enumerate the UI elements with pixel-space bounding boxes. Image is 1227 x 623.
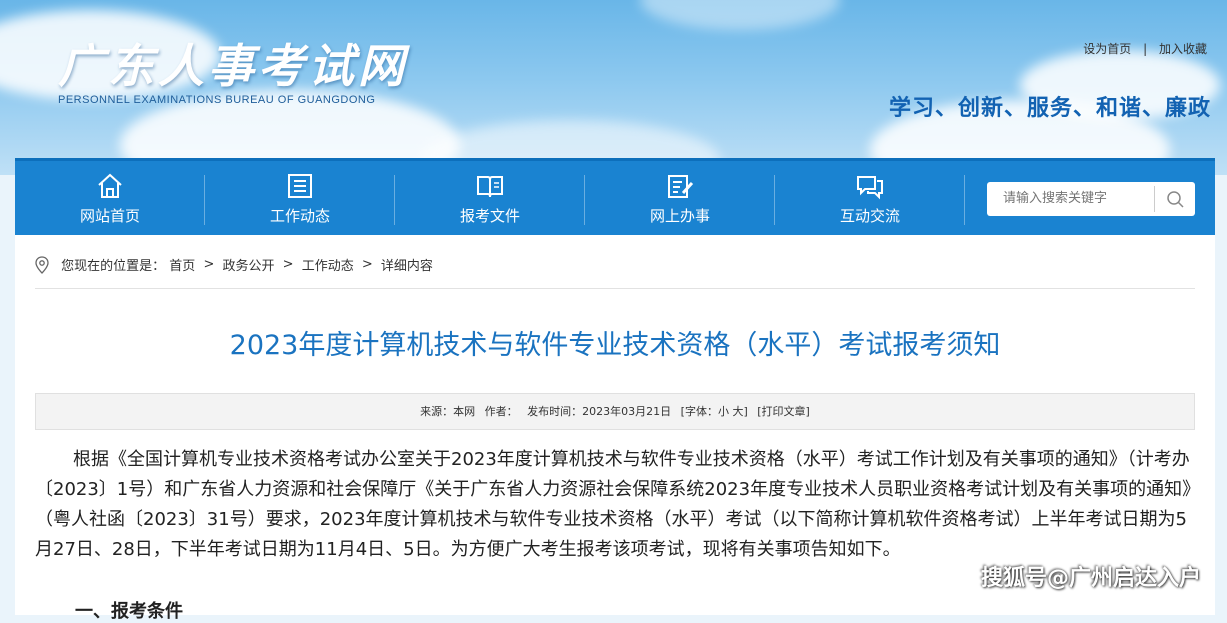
nav-item-home[interactable]: 网站首页 (15, 161, 205, 238)
article-date: 发布时间：2023年03月21日 (527, 405, 672, 418)
breadcrumb-news[interactable]: 工作动态 (302, 259, 354, 274)
nav-item-label: 互动交流 (839, 207, 900, 225)
breadcrumb-home[interactable]: 首页 (169, 259, 195, 274)
home-icon (98, 173, 122, 198)
main-nav: 网站首页 工作动态 报考文件 网上办事 互动交流 请输入搜索关键字 (15, 158, 1215, 238)
breadcrumb-separator: > (361, 257, 373, 272)
site-header: 广东人事考试网 PERSONNEL EXAMINATIONS BUREAU OF… (0, 0, 1227, 175)
nav-item-files[interactable]: 报考文件 (395, 161, 585, 238)
article-title: 2023年度计算机技术与软件专业技术资格（水平）考试报考须知 (229, 330, 1001, 361)
breadcrumb-divider (35, 288, 1195, 289)
article-paragraph: 根据《全国计算机专业技术资格考试办公室关于2023年度计算机技术与软件专业技术资… (35, 449, 1192, 560)
font-size-toggle[interactable]: [字体：小 大] (681, 405, 748, 418)
set-homepage-link[interactable]: 设为首页 (1083, 42, 1131, 56)
breadcrumb: 您现在的位置是： 首页 > 政务公开 > 工作动态 > 详细内容 (35, 255, 433, 274)
site-logo[interactable]: 广东人事考试网 (58, 30, 408, 96)
search-button[interactable] (1154, 186, 1195, 212)
article-section-heading: 一、报考条件 (75, 601, 183, 622)
nav-item-interaction[interactable]: 互动交流 (775, 161, 965, 238)
print-article-link[interactable]: [打印文章] (757, 405, 810, 418)
add-favorite-link[interactable]: 加入收藏 (1159, 42, 1207, 56)
nav-item-news[interactable]: 工作动态 (205, 161, 395, 238)
nav-item-label: 网站首页 (79, 207, 140, 225)
breadcrumb-separator: > (203, 257, 215, 272)
article-meta: 来源：本网 作者： 发布时间：2023年03月21日 [字体：小 大] [打印文… (35, 393, 1195, 430)
news-icon (288, 174, 312, 198)
breadcrumb-prefix: 您现在的位置是： (61, 259, 166, 274)
article-author: 作者： (484, 405, 518, 418)
location-icon (35, 255, 49, 274)
nav-item-label: 网上办事 (649, 207, 710, 225)
breadcrumb-gov-affairs[interactable]: 政务公开 (223, 259, 275, 274)
nav-item-label: 报考文件 (459, 207, 520, 225)
search-icon (1167, 191, 1184, 208)
search-box (987, 182, 1195, 216)
article-panel: 您现在的位置是： 首页 > 政务公开 > 工作动态 > 详细内容 2023年度计… (15, 235, 1215, 622)
article-source: 来源：本网 (420, 405, 476, 418)
breadcrumb-detail: 详细内容 (380, 259, 433, 274)
edit-doc-icon (668, 175, 694, 198)
site-slogan: 学习、创新、服务、和谐、廉政 (888, 96, 1211, 121)
site-logo-english: PERSONNEL EXAMINATIONS BUREAU OF GUANGDO… (58, 94, 376, 106)
top-links: 设为首页 | 加入收藏 (1083, 40, 1207, 57)
search-input[interactable] (1001, 190, 1155, 207)
book-icon (477, 176, 503, 198)
nav-item-label: 工作动态 (269, 207, 330, 225)
watermark: 搜狐号@广州启达入户 (980, 566, 1201, 591)
chat-icon (857, 176, 883, 200)
breadcrumb-separator: > (282, 257, 294, 272)
nav-item-online-service[interactable]: 网上办事 (585, 161, 775, 238)
top-links-separator: | (1143, 42, 1148, 56)
